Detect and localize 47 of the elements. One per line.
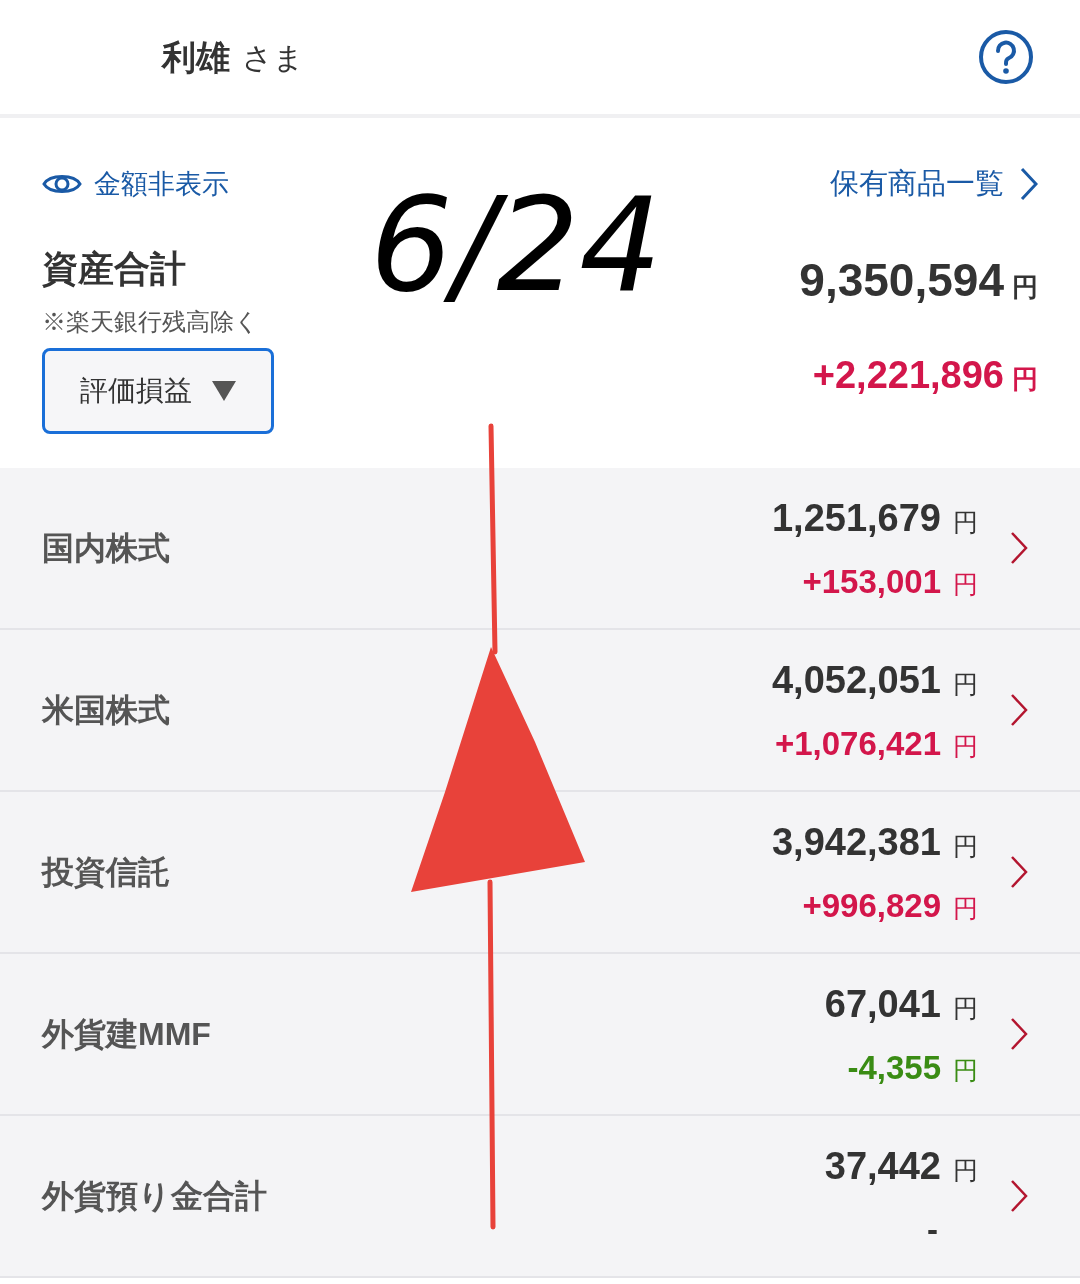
honorific: さま (242, 39, 304, 76)
total-gain: +2,221,896 (812, 352, 1004, 398)
category-value: 3,942,381 (771, 819, 941, 865)
category-name: 外貨預り金合計 (42, 1177, 268, 1216)
category-name: 投資信託 (42, 853, 171, 892)
category-change: -4,355 (847, 1047, 941, 1088)
hide-amounts-toggle[interactable]: 金額非表示 (42, 163, 229, 204)
yen-unit: 円 (1012, 270, 1038, 304)
yen-unit: 円 (953, 1154, 978, 1186)
category-value: 37,442 (824, 1143, 941, 1189)
category-row[interactable]: 外貨預り金合計 37,442 円 - (0, 1116, 1080, 1278)
yen-unit: 円 (953, 506, 978, 538)
yen-unit: 円 (953, 892, 978, 924)
category-change: - (927, 1209, 938, 1250)
chevron-right-icon (1020, 166, 1038, 201)
caret-down-icon (212, 380, 236, 401)
chevron-right-icon (1010, 693, 1028, 727)
user-name: 利雄 (162, 36, 230, 78)
yen-unit: 円 (1012, 362, 1038, 396)
category-value: 1,251,679 (771, 495, 941, 541)
note-text: ※楽天銀行残高除く (42, 306, 260, 337)
yen-unit: 円 (953, 830, 978, 862)
category-change: +1,076,421 (774, 723, 941, 764)
chevron-right-icon (1010, 1179, 1028, 1213)
yen-unit: 円 (953, 992, 978, 1024)
category-row[interactable]: 国内株式 1,251,679 円 +153,001 円 (0, 468, 1080, 630)
total-amount: 9,350,594 (799, 252, 1004, 308)
help-icon[interactable] (978, 29, 1034, 85)
holdings-link[interactable]: 保有商品一覧 (830, 162, 1038, 206)
category-row[interactable]: 外貨建MMF 67,041 円 -4,355 円 (0, 954, 1080, 1116)
category-name: 国内株式 (42, 529, 171, 568)
chevron-right-icon (1010, 855, 1028, 889)
total-assets-title: 資産合計 (42, 246, 187, 291)
yen-unit: 円 (953, 730, 978, 762)
chevron-right-icon (1010, 531, 1028, 565)
yen-unit: 円 (953, 668, 978, 700)
category-name: 米国株式 (42, 691, 171, 730)
chevron-right-icon (1010, 1017, 1028, 1051)
metric-dropdown[interactable]: 評価損益 (42, 347, 274, 434)
yen-unit: 円 (953, 1054, 978, 1086)
category-change: +153,001 (802, 561, 941, 602)
handwritten-date: 6/24 (370, 180, 662, 310)
yen-unit: 円 (953, 568, 978, 600)
category-value: 67,041 (824, 981, 941, 1027)
category-change: +996,829 (802, 885, 941, 926)
category-value: 4,052,051 (771, 657, 941, 703)
category-name: 外貨建MMF (42, 1015, 212, 1054)
